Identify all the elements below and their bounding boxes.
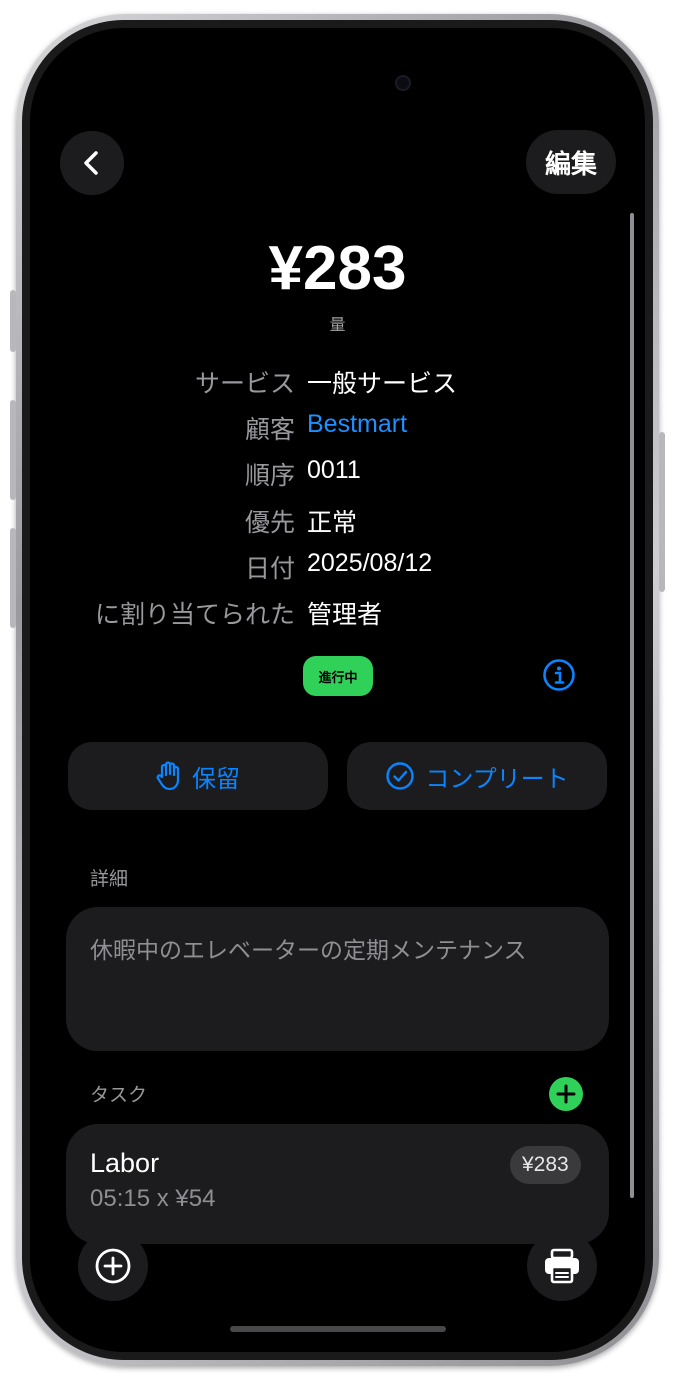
mute-switch [10,290,16,352]
detail-label: に割り当てられた [94,600,295,629]
printer-icon [545,1248,579,1284]
add-button[interactable] [78,1231,148,1301]
task-title: Labor [90,1148,160,1178]
detail-label: 優先 [244,508,295,537]
description-text: 休暇中のエレベーターの定期メンテナンス [90,938,527,964]
home-indicator[interactable] [230,1326,446,1332]
info-icon[interactable] [542,658,576,692]
detail-row-date: 日付 2025/08/12 [30,549,645,585]
description-card[interactable]: 休暇中のエレベーターの定期メンテナンス [66,907,609,1051]
status-badge: 進行中 [303,656,373,696]
total-amount: ¥283 [268,234,407,303]
description-section-title: 詳細 [90,868,129,890]
print-button[interactable] [527,1231,597,1301]
back-button[interactable] [60,131,124,195]
amount-caption: 量 [329,315,346,334]
power-button [659,432,665,592]
screen: 編集 ¥283 量 サービス 一般サービス 顧客 Bestmart 順序 001… [30,28,645,1352]
checkmark-circle-icon [386,762,415,790]
chevron-left-icon [84,151,98,175]
hand-icon [156,761,180,791]
complete-button[interactable]: コンプリート [347,742,607,810]
edit-button[interactable]: 編集 [526,130,616,194]
detail-label: 日付 [244,554,295,583]
hold-button-label: 保留 [192,764,240,793]
front-camera [395,75,411,91]
volume-down-button [10,528,16,628]
tasks-section-title: タスク [90,1084,148,1106]
hold-button[interactable]: 保留 [68,742,328,810]
detail-row-service: サービス 一般サービス [30,364,645,400]
detail-label: 顧客 [244,415,295,444]
detail-label: サービス [194,369,295,398]
detail-value: 正常 [307,509,358,537]
detail-row-customer: 顧客 Bestmart [30,410,645,446]
detail-row-priority: 優先 正常 [30,503,645,539]
detail-value: 0011 [307,456,361,484]
customer-link[interactable]: Bestmart [307,410,407,439]
plus-circle-icon [95,1248,131,1284]
detail-label: 順序 [244,461,295,490]
detail-row-assignee: に割り当てられた 管理者 [30,595,645,631]
complete-button-label: コンプリート [425,764,569,793]
scrollbar[interactable] [630,213,634,1198]
detail-value: 一般サービス [307,370,458,398]
task-item[interactable]: Labor 05:15 x ¥54 ¥283 [66,1124,609,1244]
detail-value: 2025/08/12 [307,549,433,577]
task-price-badge: ¥283 [510,1146,581,1184]
task-subtitle: 05:15 x ¥54 [90,1185,216,1212]
volume-up-button [10,400,16,500]
add-task-icon[interactable] [549,1077,583,1111]
detail-value: 管理者 [307,601,383,629]
detail-row-order: 順序 0011 [30,456,645,492]
